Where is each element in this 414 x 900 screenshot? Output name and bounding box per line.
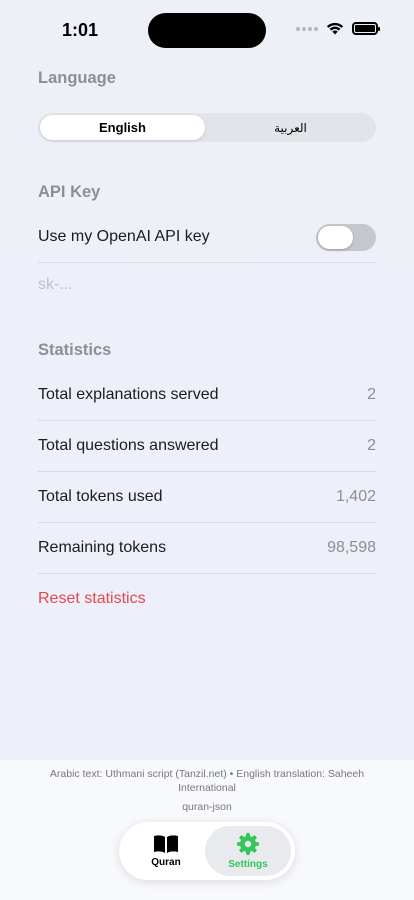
stat-row-explanations: Total explanations served 2	[38, 370, 376, 421]
stat-row-questions: Total questions answered 2	[38, 421, 376, 472]
section-title-language: Language	[38, 69, 116, 87]
toggle-knob	[318, 225, 353, 249]
tab-settings-label: Settings	[228, 859, 268, 870]
stat-value: 1,402	[335, 488, 376, 505]
tab-settings[interactable]: Settings	[205, 826, 291, 876]
dynamic-island	[148, 13, 266, 48]
section-title-statistics: Statistics	[38, 341, 112, 359]
attribution-text: Arabic text: Uthmani script (Tanzil.net)…	[49, 768, 365, 794]
stat-value: 98,598	[327, 539, 376, 556]
battery-icon	[352, 22, 380, 35]
gear-icon	[237, 833, 259, 855]
tab-quran-label: Quran	[151, 857, 181, 868]
book-icon	[154, 835, 178, 853]
language-segmented-control: English العربية	[38, 113, 376, 142]
cellular-signal-icon	[296, 26, 318, 31]
api-key-toggle-row: Use my OpenAI API key	[38, 212, 376, 263]
language-option-arabic[interactable]: العربية	[207, 115, 374, 140]
api-key-input[interactable]	[38, 276, 376, 294]
stat-row-remaining-tokens: Remaining tokens 98,598	[38, 523, 376, 574]
api-key-toggle-label: Use my OpenAI API key	[38, 228, 210, 245]
status-icons	[296, 22, 380, 35]
status-time: 1:01	[62, 20, 99, 40]
package-name: quran-json	[182, 801, 232, 813]
stat-label: Total questions answered	[38, 437, 219, 454]
api-key-toggle[interactable]	[316, 223, 376, 251]
tab-bar: Quran Settings	[119, 822, 295, 880]
stat-value: 2	[367, 437, 376, 454]
status-bar: 1:01	[0, 0, 414, 60]
section-title-api-key: API Key	[38, 183, 101, 201]
stat-value: 2	[367, 386, 376, 403]
tab-quran[interactable]: Quran	[123, 826, 209, 876]
stat-row-tokens-used: Total tokens used 1,402	[38, 472, 376, 523]
wifi-icon	[326, 22, 344, 35]
stat-label: Total explanations served	[38, 386, 219, 403]
stat-label: Total tokens used	[38, 488, 163, 505]
stat-label: Remaining tokens	[38, 539, 167, 556]
language-option-english[interactable]: English	[40, 115, 205, 140]
reset-statistics-button[interactable]: Reset statistics	[38, 590, 146, 608]
